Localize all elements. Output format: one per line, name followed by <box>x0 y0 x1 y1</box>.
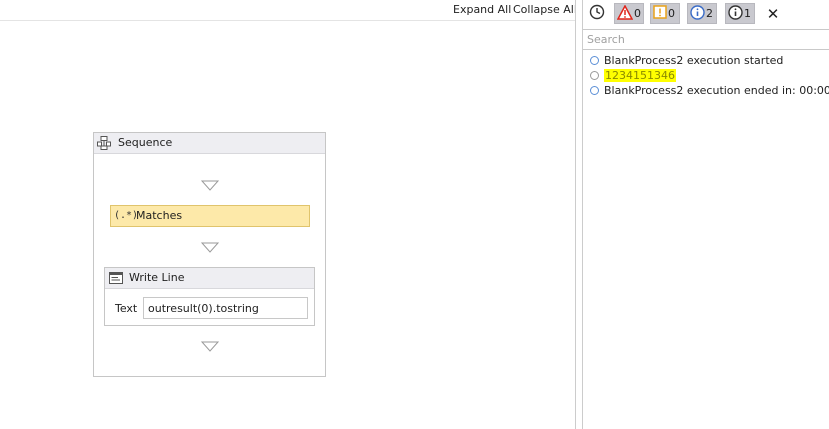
error-count: 0 <box>634 7 641 20</box>
log-text: BlankProcess2 execution started <box>604 54 784 67</box>
info-icon <box>590 56 599 65</box>
output-search <box>583 29 829 50</box>
text-field-label: Text <box>115 302 138 315</box>
log-entry[interactable]: BlankProcess2 execution started <box>583 53 829 68</box>
info-filter-button[interactable]: 2 <box>687 3 717 24</box>
regex-icon: (.*) <box>114 210 139 221</box>
log-text: 1234151346 <box>604 69 676 82</box>
search-input[interactable] <box>583 30 829 49</box>
warning-count: 0 <box>668 7 675 20</box>
output-panel: 0 0 2 1 ✕ Search BlankProcess2 execution… <box>583 0 829 429</box>
close-icon: ✕ <box>766 4 780 23</box>
log-list[interactable]: BlankProcess2 execution started 12341513… <box>583 53 829 98</box>
designer-toolbar: Expand All Collapse All <box>0 0 577 21</box>
show-timestamps-button[interactable] <box>586 3 608 24</box>
sequence-activity[interactable]: Sequence (.*) Matches Write Line Text ou… <box>93 132 326 377</box>
warnings-filter-button[interactable]: 0 <box>650 3 680 24</box>
info-icon <box>590 86 599 95</box>
trace-filter-button[interactable]: 1 <box>725 3 755 24</box>
warning-icon <box>653 5 667 22</box>
panel-splitter[interactable] <box>575 0 583 429</box>
sequence-icon <box>97 136 111 150</box>
text-expression-input[interactable] <box>143 297 308 319</box>
clock-icon <box>589 4 605 23</box>
trace-icon <box>590 71 599 80</box>
log-entry[interactable]: 1234151346 <box>583 68 829 83</box>
matches-label: Matches <box>136 209 183 222</box>
write-line-activity[interactable]: Write Line Text <box>104 267 315 326</box>
collapse-all-button[interactable]: Collapse All <box>513 3 577 16</box>
info-count: 2 <box>706 7 713 20</box>
output-toolbar: 0 0 2 1 ✕ <box>583 0 829 28</box>
write-line-title: Write Line <box>129 271 185 284</box>
log-text: BlankProcess2 execution ended in: 00:00:… <box>604 84 829 97</box>
log-entry[interactable]: BlankProcess2 execution ended in: 00:00:… <box>583 83 829 98</box>
errors-filter-button[interactable]: 0 <box>614 3 644 24</box>
workflow-designer[interactable]: Expand All Collapse All Sequence (.*) Ma… <box>0 0 577 429</box>
write-line-icon <box>109 272 123 284</box>
write-line-header[interactable]: Write Line <box>105 268 314 289</box>
error-icon <box>616 3 634 23</box>
clear-all-button[interactable]: ✕ <box>763 3 783 24</box>
trace-icon <box>728 4 743 23</box>
sequence-title: Sequence <box>118 136 173 149</box>
expand-all-button[interactable]: Expand All <box>453 3 511 16</box>
matches-activity[interactable]: (.*) Matches <box>110 205 310 227</box>
sequence-header[interactable]: Sequence <box>94 133 325 154</box>
trace-count: 1 <box>744 7 751 20</box>
info-icon <box>690 4 705 23</box>
